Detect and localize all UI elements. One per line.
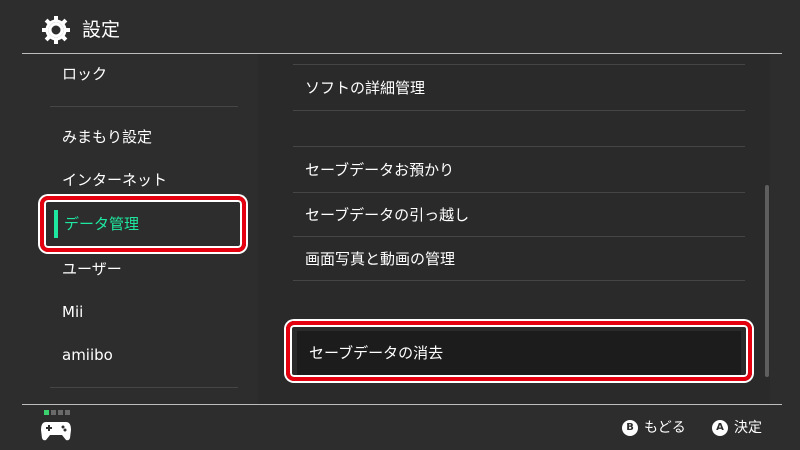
sidebar-item-label: みまもり設定 <box>62 128 153 146</box>
sidebar-item-users[interactable]: ユーザー <box>50 249 238 289</box>
scrollbar[interactable] <box>765 185 769 377</box>
menu-item-label: セーブデータお預かり <box>305 161 455 179</box>
sidebar-item-label: ロック <box>62 65 108 83</box>
menu-item-label: ソフトの詳細管理 <box>305 79 426 97</box>
footer-divider <box>22 404 782 405</box>
controller-icon <box>41 422 71 441</box>
player-indicator <box>44 410 70 415</box>
sidebar-item-label: ユーザー <box>62 260 122 278</box>
gear-icon <box>42 16 70 44</box>
page-title: 設定 <box>82 19 121 41</box>
sidebar-divider <box>50 387 238 388</box>
content-divider <box>293 110 745 111</box>
sidebar-divider <box>50 106 238 107</box>
ok-hint[interactable]: A 決定 <box>712 418 762 438</box>
sidebar-item-lock[interactable]: ロック <box>50 54 238 94</box>
content-divider <box>293 280 745 281</box>
sidebar-item-label: Mii <box>62 303 84 321</box>
menu-item-save-data-cloud[interactable]: セーブデータお預かり <box>293 148 745 192</box>
sidebar-item-internet[interactable]: インターネット <box>50 160 238 200</box>
menu-item-label: 画面写真と動画の管理 <box>305 250 456 268</box>
sidebar-item-label: amiibo <box>62 346 113 364</box>
menu-item-transfer-save-data[interactable]: セーブデータの引っ越し <box>293 193 745 237</box>
content-divider <box>293 146 745 147</box>
back-hint[interactable]: B もどる <box>622 418 686 438</box>
ok-label: 決定 <box>734 420 762 436</box>
sidebar-item-amiibo[interactable]: amiibo <box>50 335 238 375</box>
content-divider <box>293 64 745 65</box>
header: 設定 <box>0 0 800 54</box>
a-button-icon: A <box>712 420 728 436</box>
back-label: もどる <box>644 420 686 436</box>
menu-item-software-data[interactable]: ソフトの詳細管理 <box>293 66 745 110</box>
menu-item-screenshots-videos[interactable]: 画面写真と動画の管理 <box>293 237 745 281</box>
menu-item-label: セーブデータの引っ越し <box>305 206 470 224</box>
sidebar-highlight-box <box>40 196 246 252</box>
sidebar-item-mii[interactable]: Mii <box>50 292 238 332</box>
content-highlight-box <box>286 321 752 381</box>
sidebar-item-parental-controls[interactable]: みまもり設定 <box>50 117 238 157</box>
sidebar-item-label: インターネット <box>62 171 168 189</box>
b-button-icon: B <box>622 420 638 436</box>
